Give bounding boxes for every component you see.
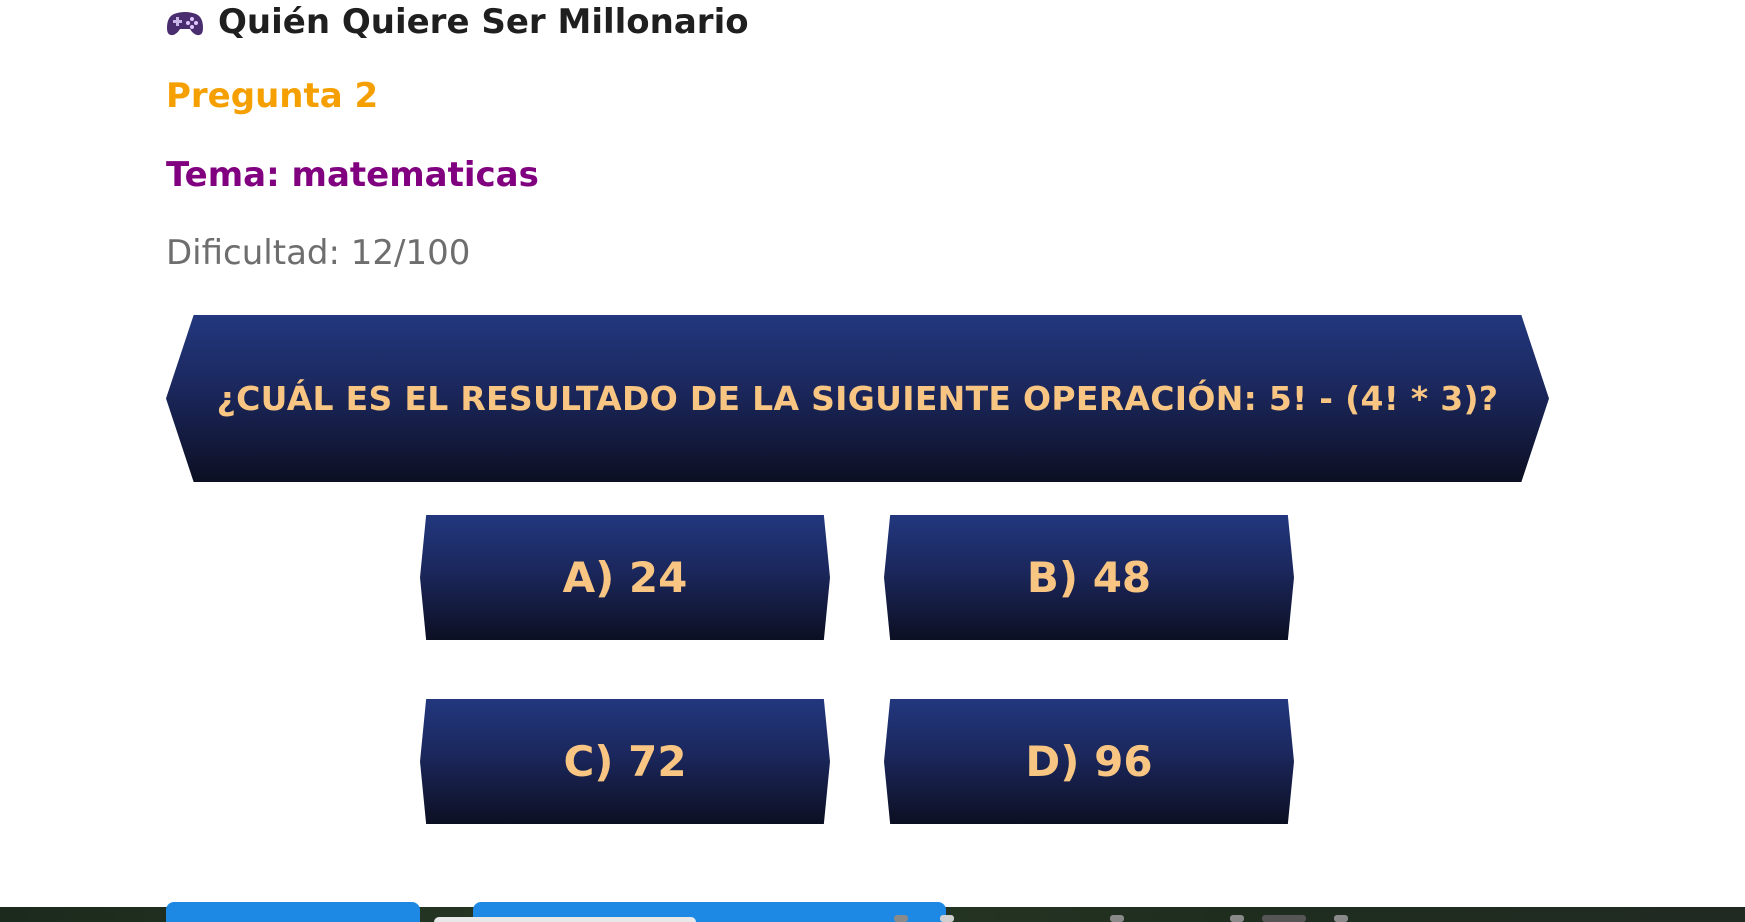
answer-a-label: A) 24	[562, 553, 688, 602]
game-page: Quién Quiere Ser Millonario Pregunta 2 T…	[0, 0, 1745, 922]
taskbar-app-icon[interactable]	[940, 915, 954, 922]
app-header: Quién Quiere Ser Millonario	[166, 0, 749, 44]
taskbar-search-box[interactable]	[434, 917, 696, 922]
answer-d-button[interactable]: D) 96	[884, 699, 1294, 824]
action-button-1[interactable]	[166, 902, 420, 922]
taskbar-app-icon[interactable]	[894, 915, 908, 922]
question-text: ¿CUÁL ES EL RESULTADO DE LA SIGUIENTE OP…	[216, 379, 1499, 418]
answer-b-label: B) 48	[1026, 553, 1152, 602]
answer-c-button[interactable]: C) 72	[420, 699, 830, 824]
taskbar-app-icon[interactable]	[1230, 915, 1244, 922]
taskbar-app-icon[interactable]	[1110, 915, 1124, 922]
answer-b-button[interactable]: B) 48	[884, 515, 1294, 640]
question-number: Pregunta 2	[166, 76, 379, 116]
taskbar-app-icon[interactable]	[1262, 915, 1306, 922]
app-title: Quién Quiere Ser Millonario	[218, 2, 749, 42]
question-panel: ¿CUÁL ES EL RESULTADO DE LA SIGUIENTE OP…	[166, 315, 1549, 482]
game-controller-icon	[166, 7, 204, 37]
question-difficulty: Dificultad: 12/100	[166, 233, 471, 273]
question-topic: Tema: matematicas	[166, 155, 539, 195]
taskbar-app-icon[interactable]	[1334, 915, 1348, 922]
answer-a-button[interactable]: A) 24	[420, 515, 830, 640]
answer-d-label: D) 96	[1025, 737, 1153, 786]
answer-c-label: C) 72	[563, 737, 687, 786]
